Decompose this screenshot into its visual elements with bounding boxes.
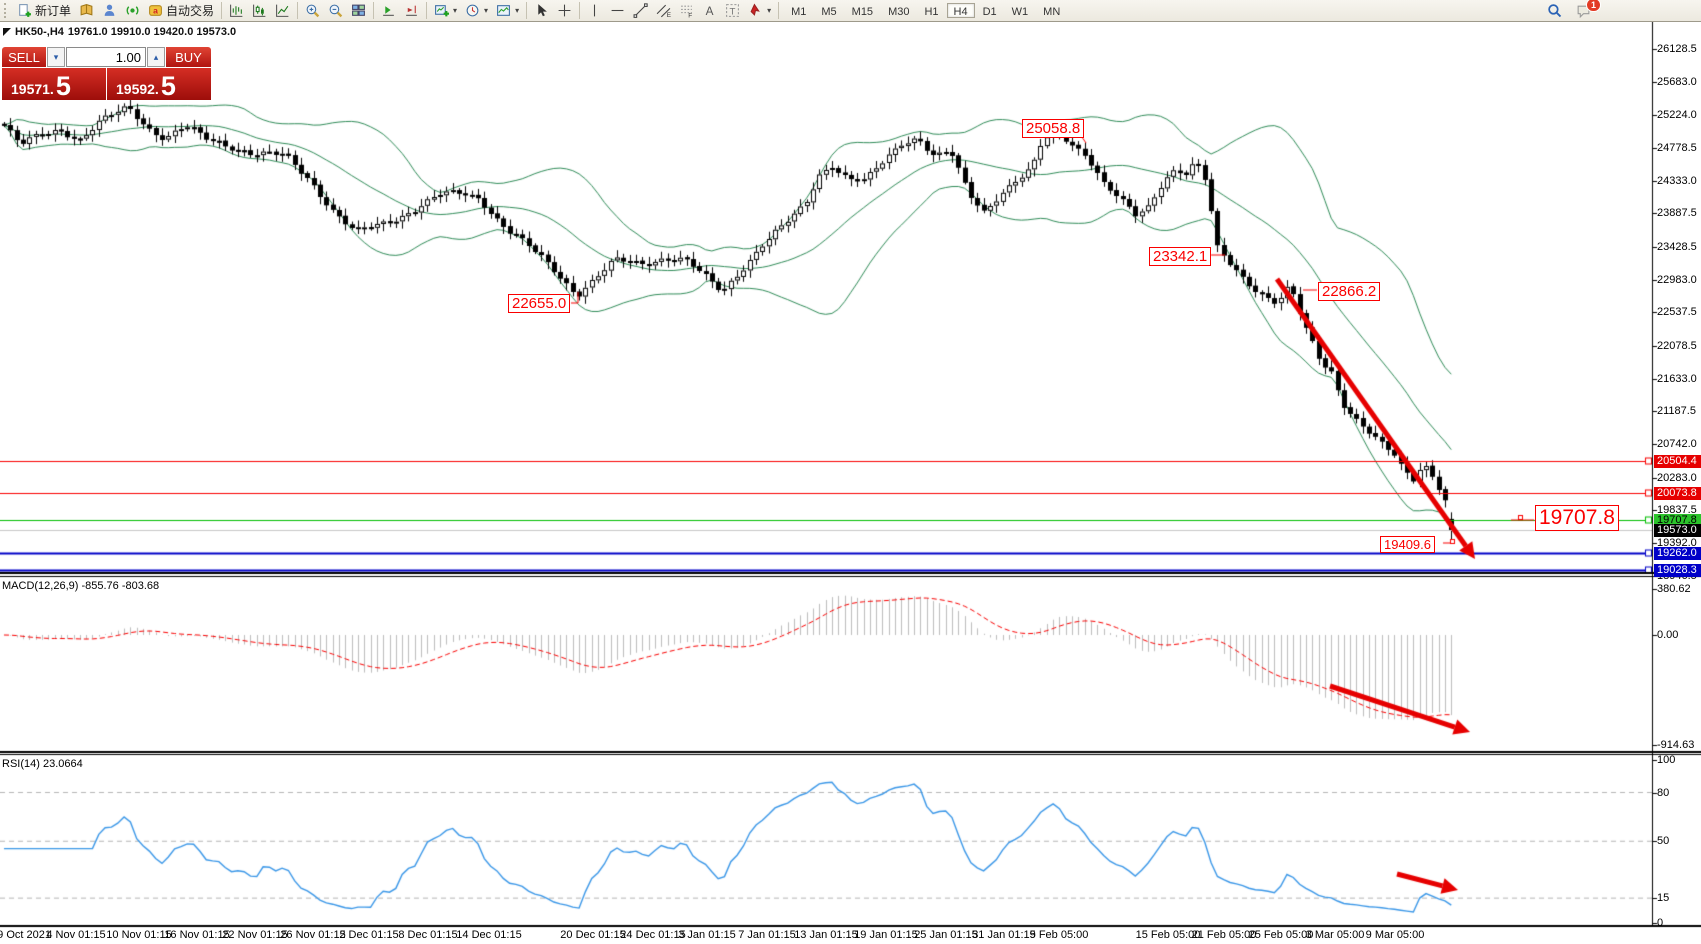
trendline-button[interactable] [629, 1, 652, 20]
toolbar-grip[interactable] [4, 3, 10, 18]
search-icon [1547, 3, 1562, 18]
buy-price[interactable]: 19592.5 [107, 68, 211, 100]
tab-timeframe-m1[interactable]: M1 [784, 3, 813, 18]
template-icon [496, 3, 511, 18]
svg-text:a: a [153, 6, 158, 16]
line-chart-button[interactable] [271, 1, 294, 20]
new-chart-icon [434, 3, 449, 18]
sell-button[interactable]: SELL [2, 47, 46, 67]
auto-trading-icon: a [148, 3, 163, 18]
arrows-button[interactable]: ▾ [744, 1, 775, 20]
chart-shift-icon [404, 3, 419, 18]
volume-increase-button[interactable]: ▴ [147, 47, 165, 67]
auto-scroll-icon [381, 3, 396, 18]
volume-decrease-button[interactable]: ▾ [47, 47, 65, 67]
dropdown-arrow-icon: ▾ [453, 6, 457, 15]
bar-chart-button[interactable] [225, 1, 248, 20]
tab-timeframe-w1[interactable]: W1 [1005, 3, 1036, 18]
chart-shift-button[interactable] [400, 1, 423, 20]
chart-window: HK50-,H4 19761.0 19910.0 19420.0 19573.0… [0, 22, 1701, 944]
clock-icon [465, 3, 480, 18]
zoom-out-icon [328, 3, 343, 18]
bar-chart-icon [229, 3, 244, 18]
tab-timeframe-h4[interactable]: H4 [947, 3, 975, 18]
signal-icon [125, 3, 140, 18]
tile-windows-button[interactable] [347, 1, 370, 20]
notification-count-badge: 1 [1586, 0, 1601, 12]
volume-input[interactable] [66, 47, 146, 67]
tab-timeframe-d1[interactable]: D1 [976, 3, 1004, 18]
equidistant-channel-button[interactable]: E [652, 1, 675, 20]
fibonacci-icon: F [679, 3, 694, 18]
crosshair-button[interactable] [553, 1, 576, 20]
tab-timeframe-m30[interactable]: M30 [881, 3, 916, 18]
main-toolbar: 新订单 a 自动交易 ▾ ▾ ▾ E F A T ▾ M1M5M15M30H1H… [0, 0, 1701, 22]
auto-trading-label: 自动交易 [166, 2, 214, 19]
chart-canvas[interactable] [0, 22, 1701, 944]
person-icon [102, 3, 117, 18]
new-order-button[interactable]: 新订单 [13, 1, 75, 20]
svg-text:F: F [688, 12, 692, 18]
book-icon [79, 3, 94, 18]
fibonacci-button[interactable]: F [675, 1, 698, 20]
history-center-button[interactable] [75, 1, 98, 20]
line-chart-icon [275, 3, 290, 18]
vertical-line-button[interactable] [583, 1, 606, 20]
search-button[interactable] [1543, 1, 1566, 20]
trendline-icon [633, 3, 648, 18]
one-click-trading-panel: SELL ▾ ▴ BUY 19571.5 19592.5 [2, 47, 211, 100]
text-a-icon: A [702, 3, 717, 18]
auto-scroll-button[interactable] [377, 1, 400, 20]
dropdown-arrow-icon: ▾ [767, 6, 771, 15]
timeframe-toolbar: M1M5M15M30H1H4D1W1MN [784, 3, 1067, 18]
horizontal-line-button[interactable] [606, 1, 629, 20]
signals-button[interactable] [121, 1, 144, 20]
new-order-icon [17, 3, 32, 18]
zoom-in-button[interactable] [301, 1, 324, 20]
channel-icon: E [656, 3, 671, 18]
tab-timeframe-h1[interactable]: H1 [917, 3, 945, 18]
tab-timeframe-m15[interactable]: M15 [845, 3, 880, 18]
svg-text:T: T [730, 6, 736, 17]
auto-trading-button[interactable]: a 自动交易 [144, 1, 218, 20]
zoom-in-icon [305, 3, 320, 18]
svg-text:A: A [706, 5, 714, 18]
dropdown-arrow-icon: ▾ [515, 6, 519, 15]
new-chart-button[interactable]: ▾ [430, 1, 461, 20]
cursor-button[interactable] [530, 1, 553, 20]
zoom-out-button[interactable] [324, 1, 347, 20]
text-label-icon: T [725, 3, 740, 18]
crosshair-icon [557, 3, 572, 18]
tile-windows-icon [351, 3, 366, 18]
text-button[interactable]: A [698, 1, 721, 20]
text-label-button[interactable]: T [721, 1, 744, 20]
svg-text:E: E [667, 12, 671, 18]
new-order-label: 新订单 [35, 2, 71, 19]
candlestick-chart-icon [252, 3, 267, 18]
candlestick-chart-button[interactable] [248, 1, 271, 20]
tab-timeframe-m5[interactable]: M5 [814, 3, 843, 18]
arrow-objects-icon [748, 3, 763, 18]
buy-button[interactable]: BUY [166, 47, 211, 67]
community-button[interactable] [98, 1, 121, 20]
templates-button[interactable]: ▾ [492, 1, 523, 20]
tab-timeframe-mn[interactable]: MN [1036, 3, 1067, 18]
notifications-button[interactable]: 1 [1572, 1, 1595, 20]
periods-button[interactable]: ▾ [461, 1, 492, 20]
vertical-line-icon [587, 3, 602, 18]
dropdown-arrow-icon: ▾ [484, 6, 488, 15]
sell-price[interactable]: 19571.5 [2, 68, 106, 100]
cursor-icon [534, 3, 549, 18]
horizontal-line-icon [610, 3, 625, 18]
